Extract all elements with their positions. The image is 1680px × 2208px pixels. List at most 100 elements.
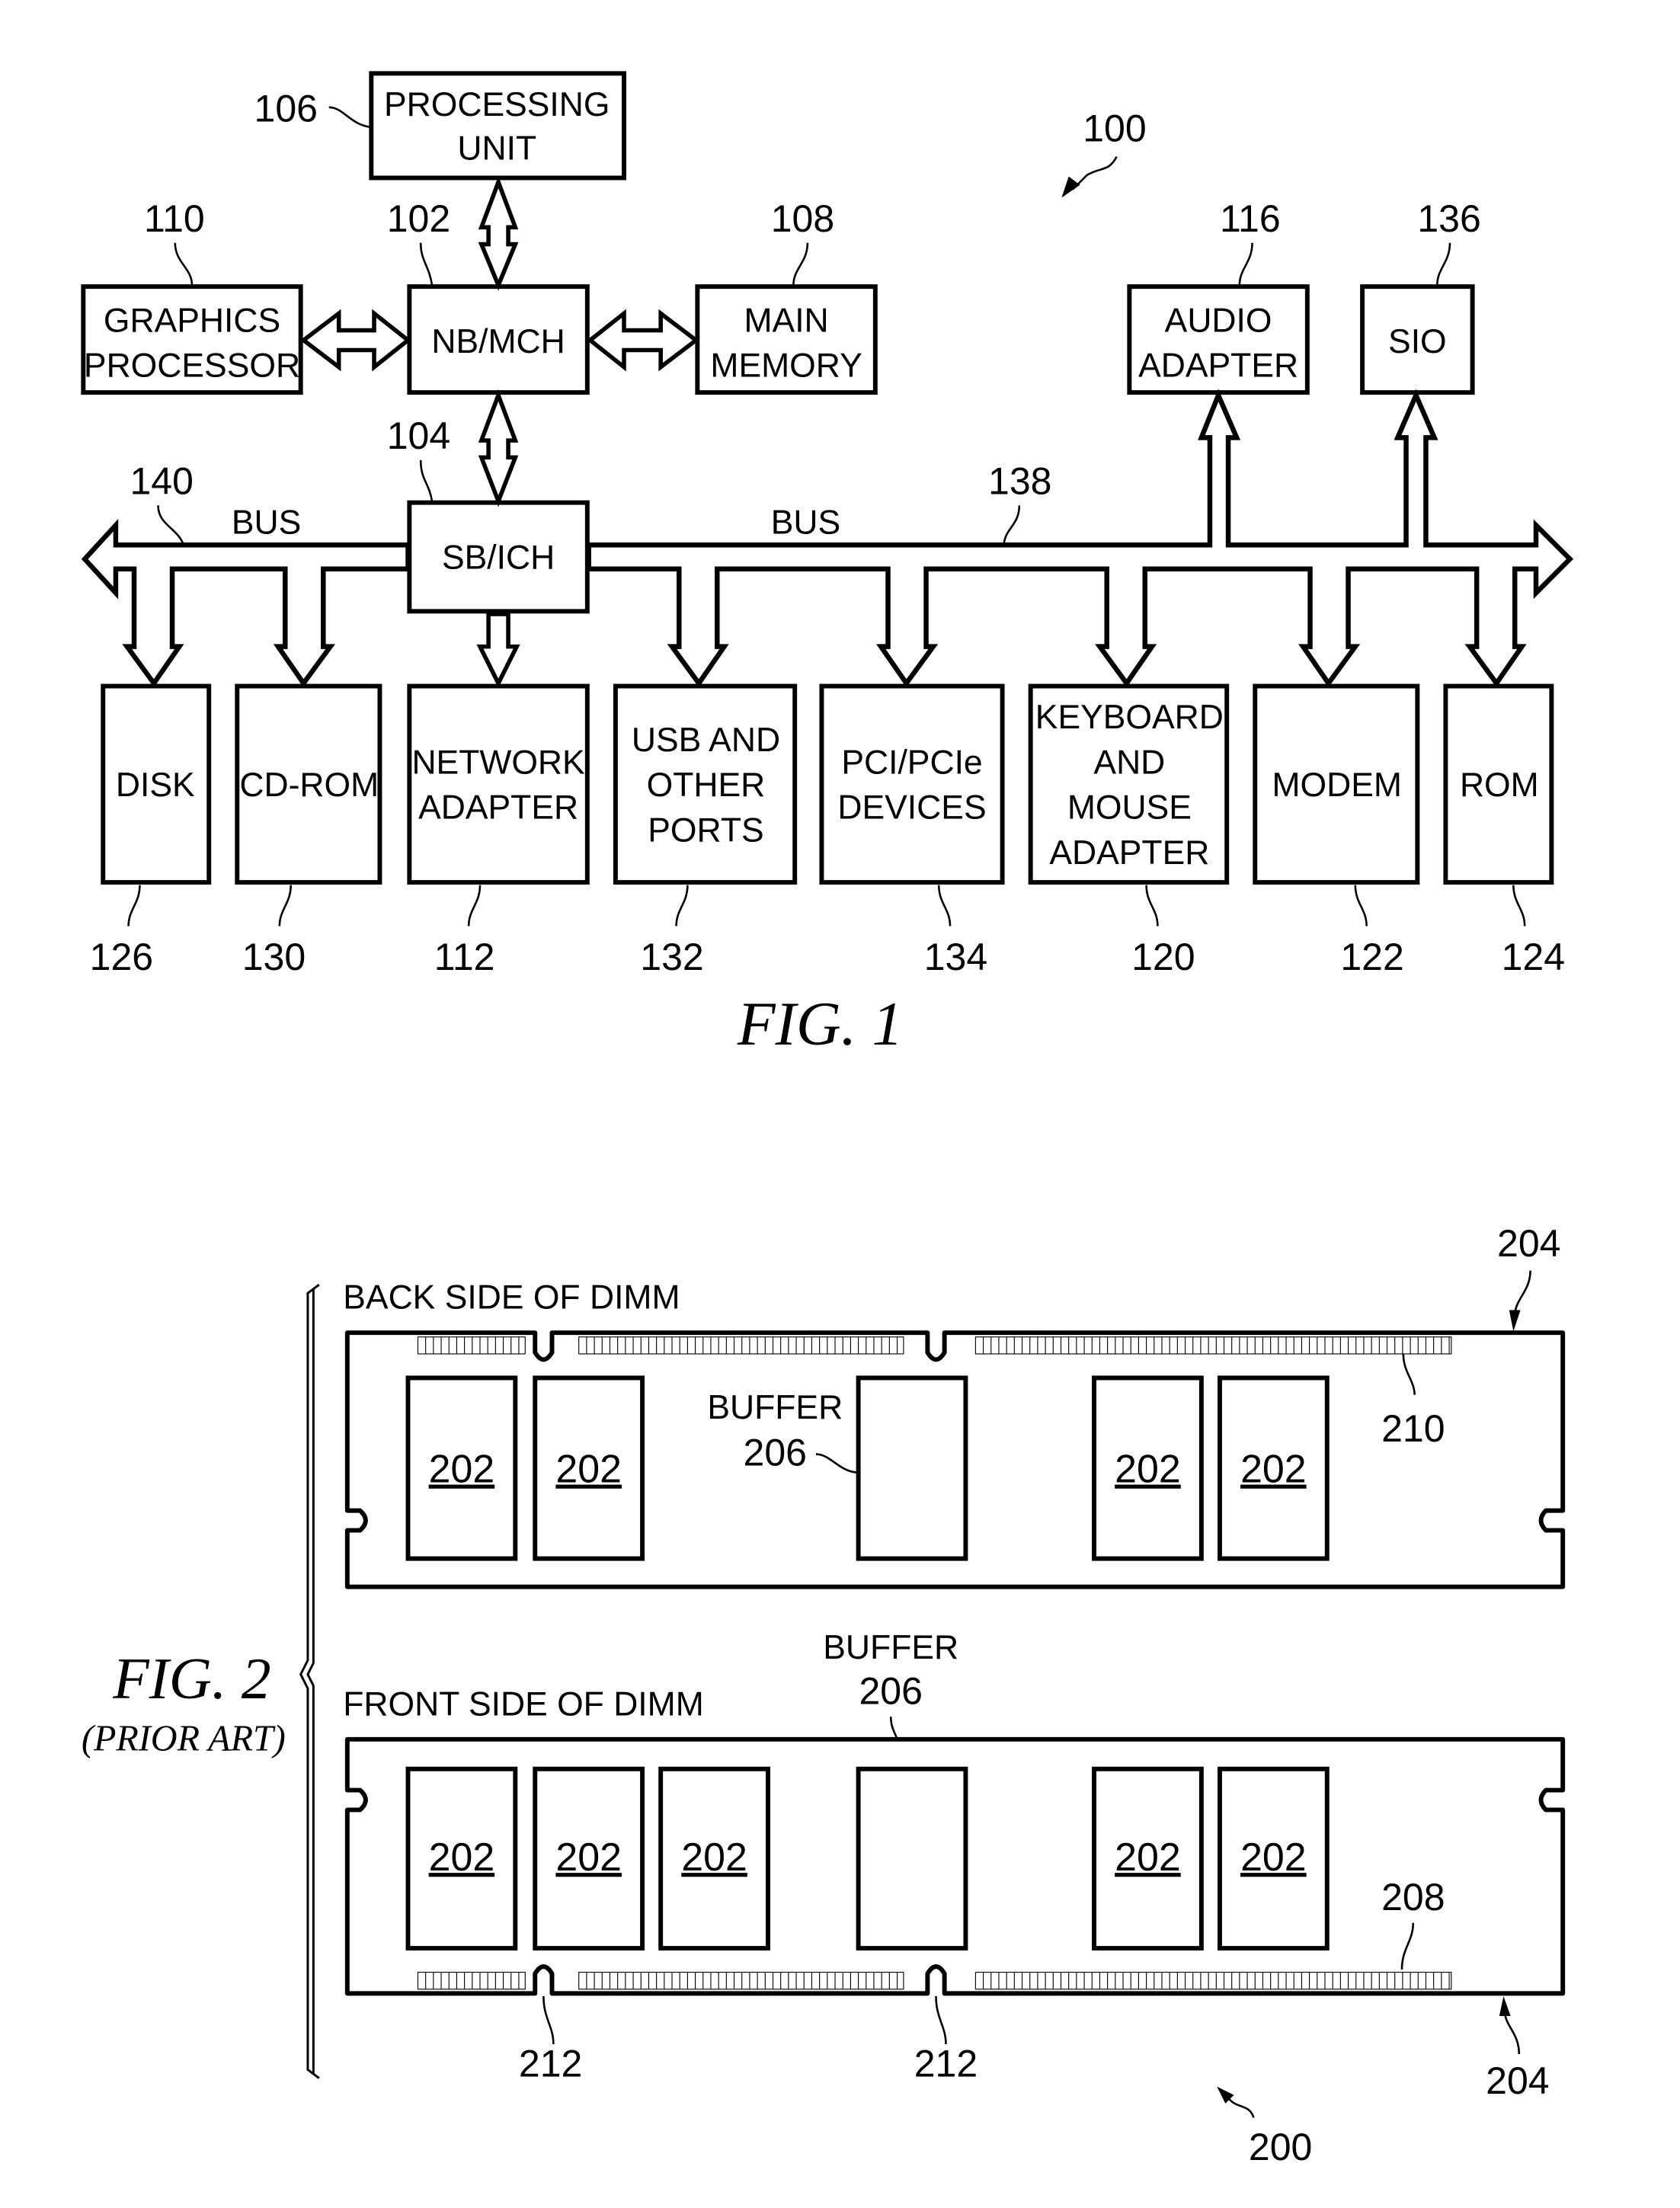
network-adapter-label-line2: ADAPTER xyxy=(418,789,578,827)
front-buffer-ref: 206 xyxy=(859,1670,922,1713)
ref-116-leader xyxy=(1238,242,1253,286)
ref-126: 126 xyxy=(90,936,153,978)
disk-label: DISK xyxy=(116,766,195,804)
front-dimm-ref-leader xyxy=(1503,2011,1521,2055)
processing-unit-label-line2: UNIT xyxy=(457,130,536,167)
network-adapter-box xyxy=(407,683,590,885)
contact-pad-strip xyxy=(578,1972,904,1990)
usb-ports-label-line3: PORTS xyxy=(648,811,763,849)
ref-120: 120 xyxy=(1131,936,1195,978)
ref-120-leader xyxy=(1145,885,1159,926)
network-adapter-block: NETWORK ADAPTER 112 xyxy=(407,683,590,978)
ref-112: 112 xyxy=(434,936,495,978)
gp-nb-double-arrow xyxy=(299,309,411,372)
sio-label: SIO xyxy=(1388,323,1447,360)
contact-pad-strip xyxy=(974,1972,1452,1990)
network-adapter-label-line1: NETWORK xyxy=(411,744,585,781)
graphics-processor-label-line1: GRAPHICS xyxy=(104,302,280,339)
ref-130-leader xyxy=(278,885,293,926)
keyboard-mouse-label-line1: KEYBOARD xyxy=(1035,699,1224,736)
pci-devices-box xyxy=(819,683,1005,885)
nb-mm-double-arrow xyxy=(587,309,700,372)
ref-100-arrowhead xyxy=(1061,176,1080,198)
pci-devices-block: PCI/PCIe DEVICES 134 xyxy=(819,683,1005,978)
ref-122: 122 xyxy=(1340,936,1403,978)
bus-140-label: BUS xyxy=(232,504,301,541)
pci-devices-label-line2: DEVICES xyxy=(837,789,986,827)
ref-110-leader xyxy=(174,242,194,286)
ref-208: 208 xyxy=(1381,1876,1445,1918)
front-chip-4-label: 202 xyxy=(1115,1835,1181,1879)
back-chip-3-label: 202 xyxy=(1115,1447,1181,1491)
ref-108-leader xyxy=(792,242,809,286)
ref-106: 106 xyxy=(254,87,318,130)
figure-2: FIG. 2 (PRIOR ART) BACK SIDE OF DIMM 202… xyxy=(82,1222,1566,2168)
ref-200-leader xyxy=(1227,2097,1255,2118)
bus-138-label: BUS xyxy=(771,504,840,541)
ref-102-leader xyxy=(419,242,434,286)
contact-pad-strip xyxy=(417,1336,526,1355)
ref-126-leader xyxy=(127,885,141,926)
audio-adapter-block: AUDIO ADAPTER 116 xyxy=(1127,197,1310,395)
contact-pad-strip xyxy=(578,1336,904,1355)
graphics-processor-block: GRAPHICS PROCESSOR 110 xyxy=(81,197,303,395)
cd-rom-block: CD-ROM 130 xyxy=(235,683,382,978)
ref-140-leader xyxy=(157,505,185,546)
back-dimm-ref-204: 204 xyxy=(1497,1222,1560,1265)
ref-210: 210 xyxy=(1381,1407,1445,1450)
front-dimm-ref-204: 204 xyxy=(1486,2059,1549,2102)
back-chip-2-label: 202 xyxy=(555,1447,622,1491)
keyboard-mouse-label-line3: MOUSE xyxy=(1067,789,1192,827)
ref-132: 132 xyxy=(640,936,703,978)
ref-212-left-leader xyxy=(542,1996,555,2045)
back-dimm-title: BACK SIDE OF DIMM xyxy=(343,1279,680,1317)
ref-108: 108 xyxy=(771,197,834,240)
front-buffer-label: BUFFER xyxy=(823,1629,958,1666)
disk-block: DISK 126 xyxy=(90,683,212,978)
ref-134-leader xyxy=(937,885,952,926)
ref-104: 104 xyxy=(387,414,450,457)
main-memory-label-line2: MEMORY xyxy=(710,347,862,385)
back-buffer-label: BUFFER xyxy=(707,1389,843,1426)
back-chip-1-label: 202 xyxy=(429,1447,495,1491)
ref-212-left: 212 xyxy=(519,2043,582,2085)
figure-1: 100 PROCESSING UNIT 106 NB/MCH 102 GRAPH… xyxy=(81,71,1574,1058)
audio-adapter-label-line2: ADAPTER xyxy=(1138,347,1298,385)
bus-138 xyxy=(586,389,1574,688)
ref-138-leader xyxy=(1003,505,1021,546)
ref-212-right-leader xyxy=(935,1996,947,2045)
usb-ports-label-line2: OTHER xyxy=(647,766,766,804)
ref-140: 140 xyxy=(130,460,193,503)
back-buffer xyxy=(856,1375,968,1561)
ref-102: 102 xyxy=(387,197,450,240)
ref-116: 116 xyxy=(1220,197,1281,240)
processing-unit-label-line1: PROCESSING xyxy=(384,86,610,123)
keyboard-mouse-label-line4: ADAPTER xyxy=(1049,834,1209,872)
back-chip-4-label: 202 xyxy=(1240,1447,1307,1491)
keyboard-mouse-label-line2: AND xyxy=(1093,744,1165,781)
ref-132-leader xyxy=(675,885,689,926)
front-chip-1-label: 202 xyxy=(429,1835,495,1879)
usb-ports-label-line1: USB AND xyxy=(632,722,780,759)
back-dimm-ref-arrowhead xyxy=(1509,1310,1521,1332)
front-dimm-ref-arrowhead xyxy=(1499,1996,1511,2016)
back-buffer-ref: 206 xyxy=(744,1431,807,1474)
bus-140 xyxy=(81,518,411,688)
ref-112-leader xyxy=(467,885,482,926)
rom-block: ROM 124 xyxy=(1443,683,1565,978)
ref-136-leader xyxy=(1435,242,1451,286)
sb-ich-label: SB/ICH xyxy=(442,539,555,577)
graphics-processor-label-line2: PROCESSOR xyxy=(84,347,300,385)
patent-drawing: 100 PROCESSING UNIT 106 NB/MCH 102 GRAPH… xyxy=(81,71,1574,2168)
keyboard-mouse-block: KEYBOARD AND MOUSE ADAPTER 120 xyxy=(1028,683,1230,978)
usb-ports-block: USB AND OTHER PORTS 132 xyxy=(613,683,798,978)
ref-122-leader xyxy=(1354,885,1368,926)
rom-label: ROM xyxy=(1460,766,1539,804)
audio-adapter-label-line1: AUDIO xyxy=(1165,302,1272,339)
ref-212-right: 212 xyxy=(914,2043,978,2085)
cd-rom-label: CD-ROM xyxy=(239,766,379,804)
back-dimm-ref-leader xyxy=(1513,1270,1531,1317)
figure-2-caption: FIG. 2 xyxy=(112,1646,270,1711)
ref-138: 138 xyxy=(988,460,1051,503)
ref-106-leader xyxy=(328,106,370,129)
